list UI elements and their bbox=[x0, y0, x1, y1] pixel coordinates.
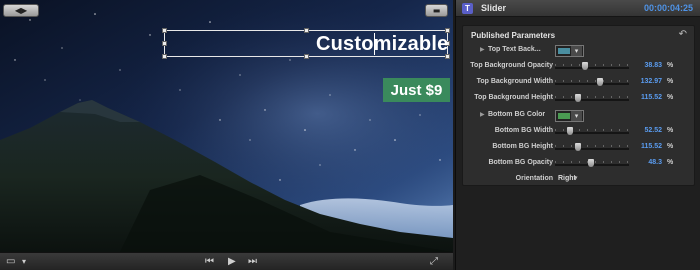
slider-knob[interactable] bbox=[597, 78, 603, 86]
slider-knob[interactable] bbox=[582, 62, 588, 70]
parameter-slider[interactable] bbox=[555, 143, 629, 151]
parameter-label: Orientation bbox=[515, 175, 553, 182]
orientation-select[interactable]: Right ▾ bbox=[555, 174, 584, 186]
text-cursor bbox=[374, 33, 375, 55]
parameter-unit: % bbox=[667, 62, 674, 69]
parameter-row: Top Background Opacity 38.83% bbox=[463, 59, 696, 75]
parameter-value-field[interactable]: 48.3 bbox=[632, 159, 662, 166]
color-well[interactable]: ▾ bbox=[555, 45, 584, 57]
nav-arrows-icon: ◀▶ bbox=[14, 5, 28, 15]
parameter-value-field[interactable]: 132.97 bbox=[632, 78, 662, 85]
resize-handle[interactable] bbox=[162, 54, 167, 59]
resize-handle[interactable] bbox=[162, 41, 167, 46]
parameter-row: Orientation Right ▾ bbox=[463, 172, 696, 188]
inspector-title: Slider bbox=[481, 3, 507, 13]
chevron-down-icon[interactable]: ▾ bbox=[22, 255, 26, 268]
parameter-row: Top Background Height 115.52% bbox=[463, 91, 696, 107]
inspector-panel: T Slider 00:00:04:25 Published Parameter… bbox=[455, 0, 700, 270]
slider-ticks bbox=[555, 80, 629, 82]
parameter-row: Top Background Width 132.97% bbox=[463, 75, 696, 91]
parameter-label: Top Background Opacity bbox=[470, 62, 553, 69]
disclosure-triangle-icon[interactable]: ▶ bbox=[480, 46, 485, 53]
color-swatch bbox=[558, 113, 570, 119]
reset-icon[interactable]: ↶ bbox=[679, 29, 687, 40]
parameter-label: Top Background Width bbox=[476, 78, 553, 85]
resize-handle[interactable] bbox=[162, 28, 167, 33]
price-tag[interactable]: Just $9 bbox=[383, 78, 450, 102]
parameter-row: ▶ Bottom BG Color ▾ bbox=[463, 108, 696, 124]
transport-bar: ▭ ▾ ⏮ ▶ ⏭ ⤢ bbox=[0, 252, 453, 270]
parameter-label: Bottom BG Height bbox=[492, 143, 553, 150]
published-parameters-section: Published Parameters ↶ ▶ Top Text Back...… bbox=[462, 25, 695, 186]
parameter-label: Bottom BG Color bbox=[488, 111, 546, 118]
parameter-unit: % bbox=[667, 127, 674, 134]
title-text[interactable]: Customizable bbox=[316, 33, 448, 56]
parameter-row: Bottom BG Width 52.52% bbox=[463, 124, 696, 140]
parameter-label: Bottom BG Opacity bbox=[488, 159, 553, 166]
color-swatch bbox=[558, 48, 570, 54]
parameter-row: Bottom BG Opacity 48.3% bbox=[463, 156, 696, 172]
slider-knob[interactable] bbox=[567, 127, 573, 135]
viewer: ◀▶ ▬ Customizable Just $9 ▭ ▾ ⏮ ▶ ⏭ ⤢ bbox=[0, 0, 453, 270]
parameter-slider[interactable] bbox=[555, 127, 629, 135]
view-mode-icon[interactable]: ▭ bbox=[6, 255, 15, 268]
parameter-label: Top Text Back... bbox=[488, 46, 541, 53]
display-icon: ▬ bbox=[432, 5, 441, 15]
slider-knob[interactable] bbox=[588, 159, 594, 167]
slider-ticks bbox=[555, 145, 629, 147]
parameter-slider[interactable] bbox=[555, 78, 629, 86]
video-canvas[interactable]: ◀▶ ▬ Customizable Just $9 bbox=[0, 0, 453, 252]
parameter-label: Bottom BG Width bbox=[494, 127, 553, 134]
parameter-value-field[interactable]: 115.52 bbox=[632, 143, 662, 150]
section-title: Published Parameters bbox=[471, 31, 556, 40]
fullscreen-button[interactable]: ⤢ bbox=[430, 255, 438, 268]
next-frame-button[interactable]: ⏭ bbox=[248, 255, 257, 268]
timecode: 00:00:04:25 bbox=[643, 3, 693, 13]
slider-ticks bbox=[555, 64, 629, 66]
viewer-nav-button[interactable]: ◀▶ bbox=[3, 4, 39, 17]
parameter-unit: % bbox=[667, 159, 674, 166]
resize-handle[interactable] bbox=[304, 28, 309, 33]
chevron-down-icon[interactable]: ▾ bbox=[571, 46, 582, 56]
chevron-down-icon[interactable]: ▾ bbox=[571, 111, 582, 121]
parameter-slider[interactable] bbox=[555, 94, 629, 102]
slider-ticks bbox=[555, 96, 629, 98]
play-button[interactable]: ▶ bbox=[228, 255, 236, 268]
title-generator-icon: T bbox=[462, 3, 473, 14]
parameter-value-field[interactable]: 38.83 bbox=[632, 62, 662, 69]
inspector-header: T Slider 00:00:04:25 bbox=[456, 0, 700, 17]
chevron-down-icon: ▾ bbox=[574, 174, 578, 182]
parameter-value-field[interactable]: 115.52 bbox=[632, 94, 662, 101]
price-text: Just $9 bbox=[390, 81, 443, 99]
parameter-slider[interactable] bbox=[555, 62, 629, 70]
resize-handle[interactable] bbox=[304, 54, 309, 59]
parameter-unit: % bbox=[667, 94, 674, 101]
parameter-slider[interactable] bbox=[555, 159, 629, 167]
parameter-label: Top Background Height bbox=[474, 94, 553, 101]
slider-knob[interactable] bbox=[575, 94, 581, 102]
disclosure-triangle-icon[interactable]: ▶ bbox=[480, 111, 485, 118]
color-well[interactable]: ▾ bbox=[555, 110, 584, 122]
parameter-value-field[interactable]: 52.52 bbox=[632, 127, 662, 134]
viewer-display-button[interactable]: ▬ bbox=[425, 4, 448, 17]
parameter-unit: % bbox=[667, 143, 674, 150]
parameter-unit: % bbox=[667, 78, 674, 85]
slider-knob[interactable] bbox=[575, 143, 581, 151]
parameter-row: ▶ Top Text Back... ▾ bbox=[463, 43, 696, 59]
parameter-row: Bottom BG Height 115.52% bbox=[463, 140, 696, 156]
previous-frame-button[interactable]: ⏮ bbox=[205, 255, 214, 268]
